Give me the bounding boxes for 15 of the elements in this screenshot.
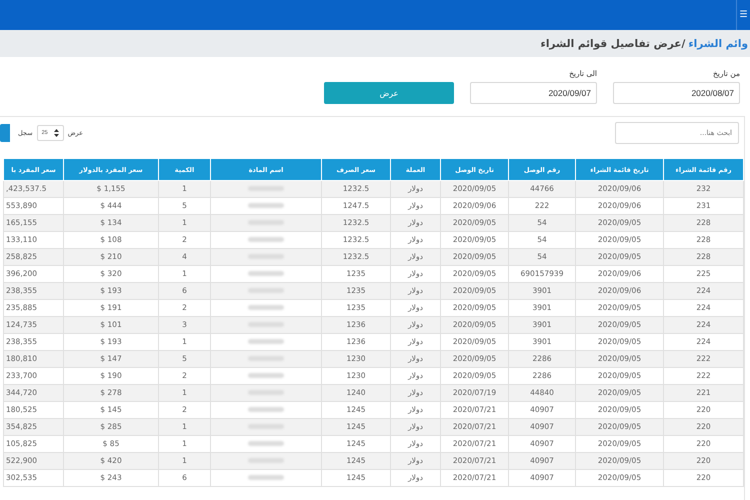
breadcrumb-link[interactable]: وائم الشراء — [688, 38, 748, 50]
blurred-text — [248, 339, 284, 344]
blurred-text — [248, 203, 284, 208]
blurred-text — [248, 305, 284, 310]
to-date-field[interactable]: 2020/09/07 — [470, 82, 597, 104]
blurred-text — [248, 441, 284, 446]
blurred-text — [248, 271, 284, 276]
blurred-text — [248, 373, 284, 378]
blurred-text — [248, 237, 284, 242]
breadcrumb-current: /عرض تفاصيل قوائم الشراء — [540, 38, 686, 50]
blurred-text — [248, 407, 284, 412]
up-down-icon — [54, 129, 59, 137]
from-date-field[interactable]: 2020/08/07 — [613, 82, 740, 104]
show-button[interactable]: عرض — [324, 82, 454, 104]
blurred-text — [248, 475, 284, 480]
